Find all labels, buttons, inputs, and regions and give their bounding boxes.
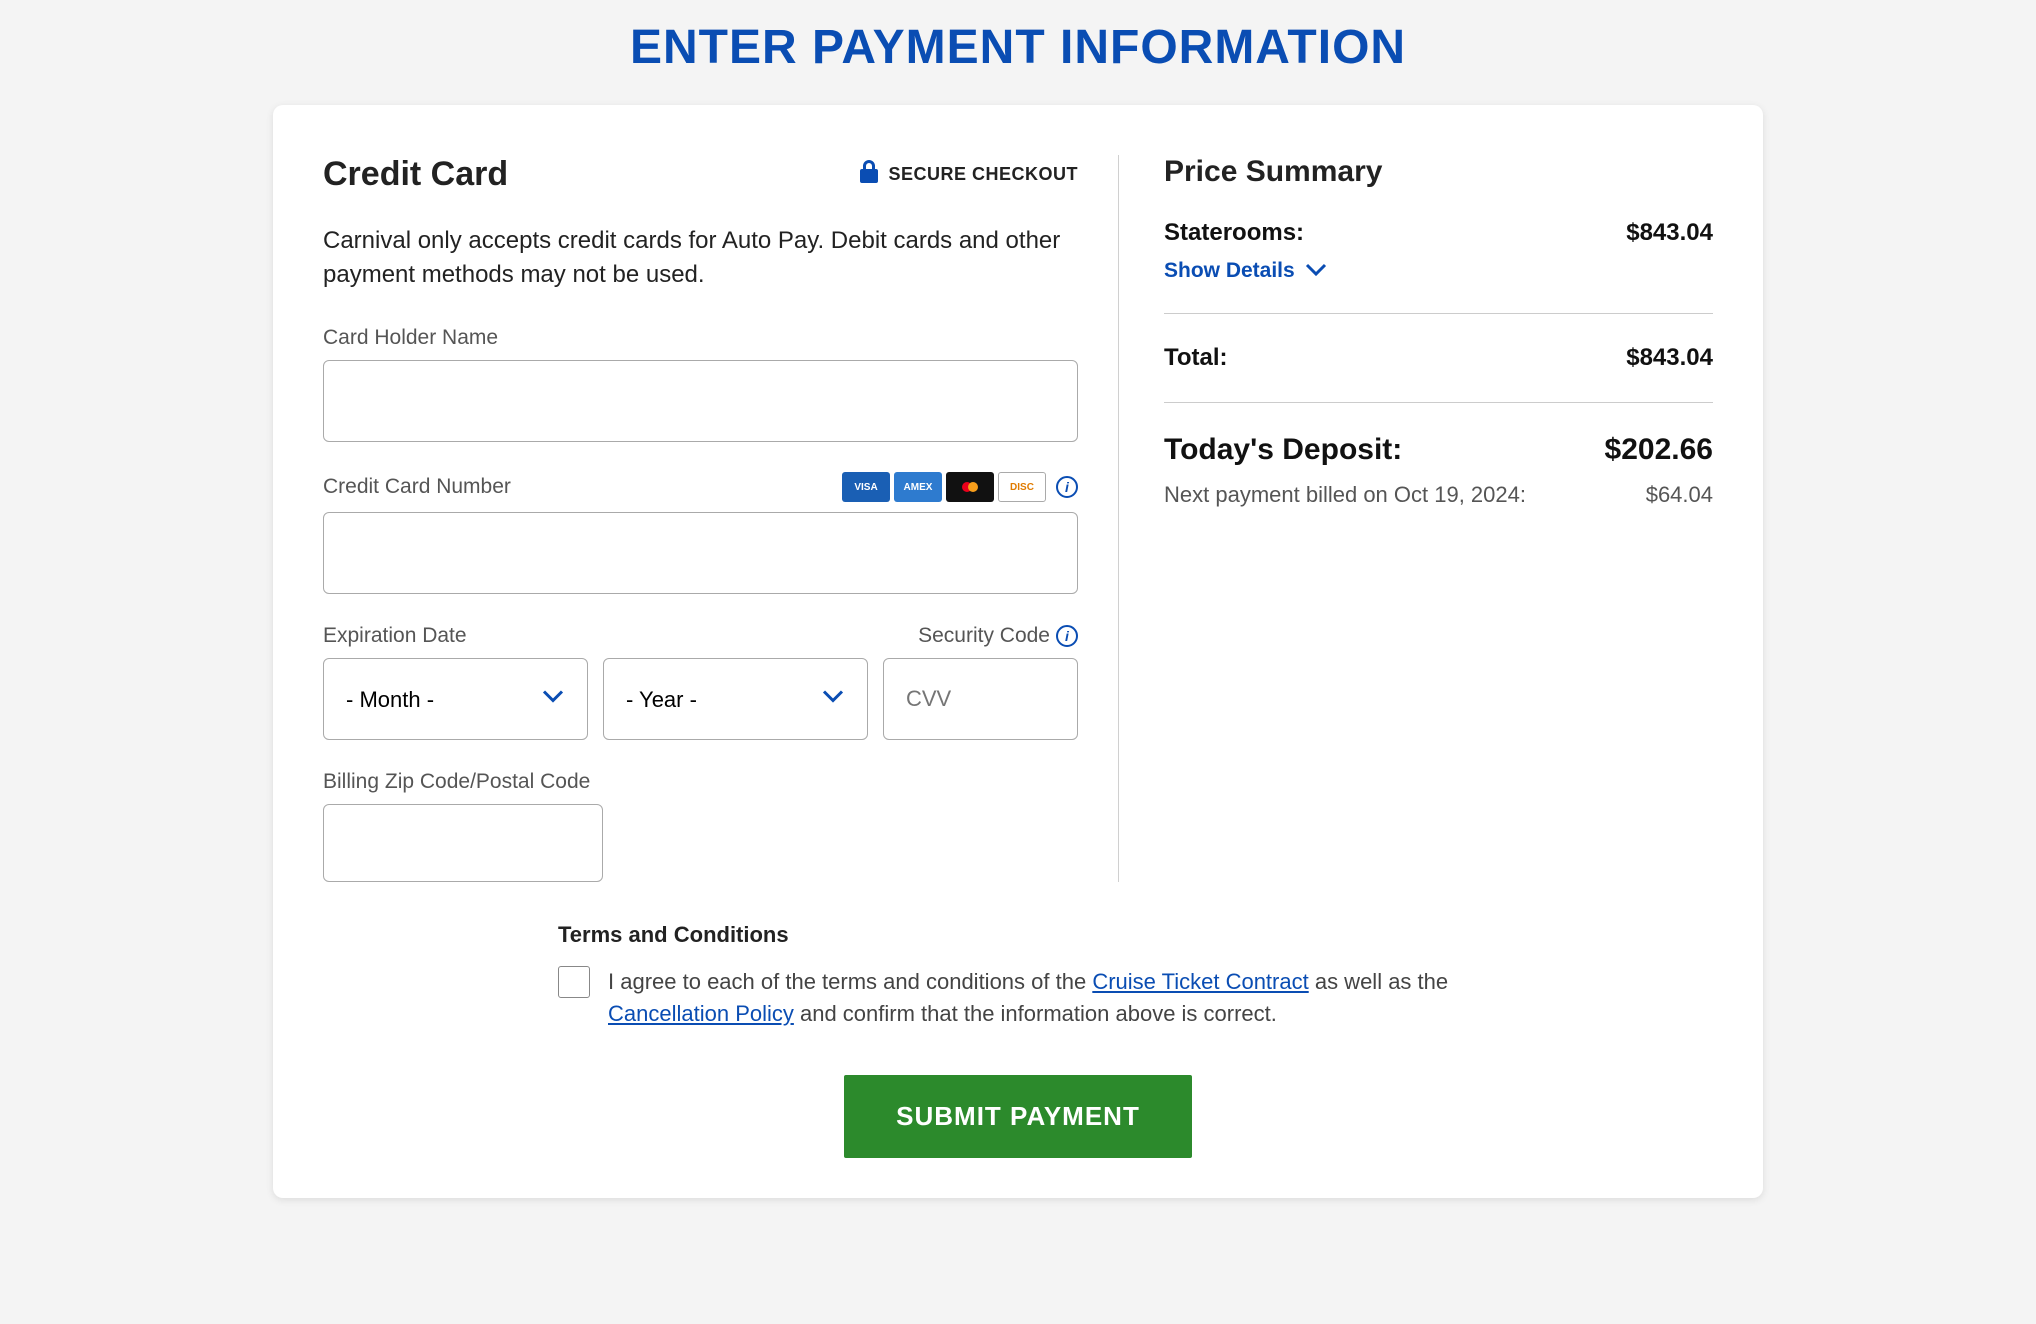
card-holder-input[interactable]: [323, 360, 1078, 442]
next-payment-amount: $64.04: [1646, 482, 1713, 508]
terms-checkbox[interactable]: [558, 966, 590, 998]
card-holder-label: Card Holder Name: [323, 326, 1078, 350]
deposit-label: Today's Deposit:: [1164, 433, 1402, 467]
total-amount: $843.04: [1626, 344, 1713, 372]
card-brand-icons: VISA AMEX DISC i: [842, 472, 1078, 502]
card-number-input[interactable]: [323, 512, 1078, 594]
info-icon[interactable]: i: [1056, 476, 1078, 498]
terms-text-part: as well as the: [1309, 969, 1448, 994]
secure-checkout-badge: SECURE CHECKOUT: [858, 159, 1078, 190]
chevron-down-icon: [1305, 259, 1327, 283]
staterooms-amount: $843.04: [1626, 219, 1713, 247]
submit-payment-button[interactable]: SUBMIT PAYMENT: [844, 1075, 1192, 1158]
zip-label: Billing Zip Code/Postal Code: [323, 770, 1078, 794]
total-label: Total:: [1164, 344, 1228, 372]
page-title: ENTER PAYMENT INFORMATION: [0, 20, 2036, 75]
divider: [1164, 402, 1713, 403]
lock-icon: [858, 159, 880, 190]
discover-icon: DISC: [998, 472, 1046, 502]
cvv-input[interactable]: [883, 658, 1078, 740]
payment-card: Credit Card SECURE CHECKOUT Carnival onl…: [273, 105, 1763, 1198]
security-code-label: Security Code: [918, 624, 1050, 648]
expiration-label: Expiration Date: [323, 624, 467, 648]
card-number-label: Credit Card Number: [323, 475, 511, 499]
exp-year-select[interactable]: - Year -: [603, 658, 868, 740]
staterooms-label: Staterooms:: [1164, 219, 1304, 247]
next-payment-label: Next payment billed on Oct 19, 2024:: [1164, 482, 1526, 508]
mastercard-icon: [946, 472, 994, 502]
terms-text-part: and confirm that the information above i…: [794, 1001, 1277, 1026]
secure-checkout-label: SECURE CHECKOUT: [888, 164, 1078, 185]
cancellation-policy-link[interactable]: Cancellation Policy: [608, 1001, 794, 1026]
credit-card-notice: Carnival only accepts credit cards for A…: [323, 224, 1078, 291]
exp-month-select[interactable]: - Month -: [323, 658, 588, 740]
show-details-toggle[interactable]: Show Details: [1164, 259, 1327, 283]
credit-card-form: Credit Card SECURE CHECKOUT Carnival onl…: [323, 155, 1119, 882]
show-details-label: Show Details: [1164, 259, 1295, 283]
info-icon[interactable]: i: [1056, 625, 1078, 647]
price-summary-heading: Price Summary: [1164, 155, 1713, 189]
terms-section: Terms and Conditions I agree to each of …: [558, 922, 1478, 1030]
cruise-ticket-contract-link[interactable]: Cruise Ticket Contract: [1092, 969, 1308, 994]
price-summary: Price Summary Staterooms: $843.04 Show D…: [1164, 155, 1713, 882]
credit-card-heading: Credit Card: [323, 155, 508, 194]
terms-text: I agree to each of the terms and conditi…: [608, 966, 1478, 1030]
amex-icon: AMEX: [894, 472, 942, 502]
terms-text-part: I agree to each of the terms and conditi…: [608, 969, 1092, 994]
zip-input[interactable]: [323, 804, 603, 882]
terms-heading: Terms and Conditions: [558, 922, 1478, 948]
deposit-amount: $202.66: [1605, 433, 1713, 467]
visa-icon: VISA: [842, 472, 890, 502]
divider: [1164, 313, 1713, 314]
